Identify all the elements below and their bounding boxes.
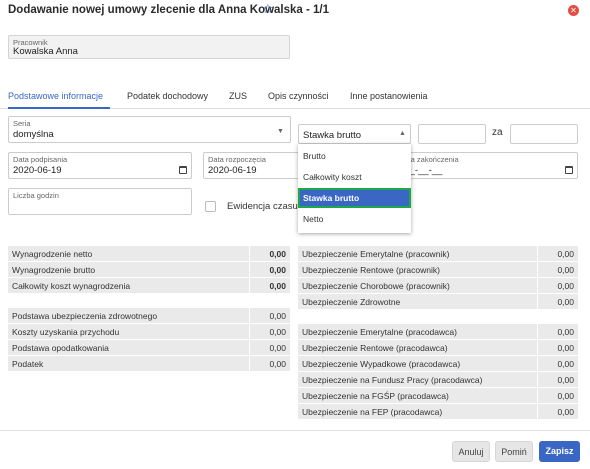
row-value: 0,00	[557, 359, 574, 369]
liczba-godzin-label: Liczba godzin	[13, 191, 59, 200]
dialog-header: Dodawanie nowej umowy zlecenie dla Anna …	[0, 0, 590, 24]
table-row: Podstawa opodatkowania 0,00	[8, 340, 290, 356]
option-netto[interactable]: Netto	[298, 209, 411, 229]
row-label: Podstawa opodatkowania	[12, 343, 109, 353]
table-row: Ubezpieczenie na Fundusz Pracy (pracodaw…	[298, 372, 578, 388]
tab-inne-postanowienia[interactable]: Inne postanowienia	[350, 91, 428, 101]
row-label: Ubezpieczenie Wypadkowe (pracodawca)	[302, 359, 461, 369]
table-row: Ubezpieczenie Emerytalne (pracodawca) 0,…	[298, 324, 578, 340]
table-row: Ubezpieczenie Zdrowotne 0,00	[298, 294, 578, 310]
data-rozpoczecia-label: Data rozpoczęcia	[208, 155, 266, 164]
row-label: Ubezpieczenie Rentowe (pracodawca)	[302, 343, 448, 353]
row-label: Ubezpieczenie Emerytalne (pracodawca)	[302, 327, 457, 337]
row-value: 0,00	[269, 343, 286, 353]
tab-bar: Podstawowe informacje Podatek dochodowy …	[0, 86, 590, 109]
caret-down-icon: ▼	[277, 128, 284, 135]
za-label: za	[492, 127, 503, 138]
tab-opis-czynnosci[interactable]: Opis czynności	[268, 91, 329, 101]
row-label: Ubezpieczenie na FEP (pracodawca)	[302, 407, 443, 417]
table-row: Podstawa ubezpieczenia zdrowotnego 0,00	[8, 308, 290, 324]
seria-value: domyślna	[13, 129, 54, 140]
table-row: Ubezpieczenie Rentowe (pracodawca) 0,00	[298, 340, 578, 356]
ewidencja-checkbox[interactable]	[205, 201, 216, 212]
row-label: Wynagrodzenie netto	[12, 249, 93, 259]
rate-type-dropdown: Brutto Całkowity koszt Stawka brutto Net…	[298, 144, 411, 233]
seria-label: Seria	[13, 119, 31, 128]
liczba-godzin-field[interactable]: Liczba godzin	[8, 188, 192, 215]
row-label: Podstawa ubezpieczenia zdrowotnego	[12, 311, 158, 321]
row-value: 0,00	[269, 359, 286, 369]
tab-podatek-dochodowy[interactable]: Podatek dochodowy	[127, 91, 208, 101]
row-value: 0,00	[557, 281, 574, 291]
rate-type-value: Stawka brutto	[303, 130, 362, 141]
ewidencja-label: Ewidencja czasu	[227, 201, 298, 212]
data-podpisania-value: 2020-06-19	[13, 165, 62, 176]
data-podpisania-field[interactable]: Data podpisania 2020-06-19	[8, 152, 192, 179]
rate-unit-input[interactable]	[510, 124, 578, 144]
tab-zus[interactable]: ZUS	[229, 91, 247, 101]
table-row: Wynagrodzenie netto 0,00	[8, 246, 290, 262]
row-value: 0,00	[269, 249, 286, 259]
data-podpisania-label: Data podpisania	[13, 155, 68, 164]
row-label: Ubezpieczenie Chorobowe (pracownik)	[302, 281, 450, 291]
table-row: Ubezpieczenie Chorobowe (pracownik) 0,00	[298, 278, 578, 294]
data-zakonczenia-field[interactable]: Data zakończenia ___-__-__	[394, 152, 578, 179]
rate-amount-input[interactable]	[418, 124, 486, 144]
row-label: Ubezpieczenie Rentowe (pracownik)	[302, 265, 440, 275]
row-label: Ubezpieczenie Zdrowotne	[302, 297, 401, 307]
row-value: 0,00	[269, 327, 286, 337]
row-label: Całkowity koszt wynagrodzenia	[12, 281, 131, 291]
row-label: Ubezpieczenie na FGŚP (pracodawca)	[302, 391, 449, 401]
table-row: Koszty uzyskania przychodu 0,00	[8, 324, 290, 340]
row-label: Koszty uzyskania przychodu	[12, 327, 120, 337]
table-row: Ubezpieczenie Rentowe (pracownik) 0,00	[298, 262, 578, 278]
row-value: 0,00	[557, 297, 574, 307]
row-label: Wynagrodzenie brutto	[12, 265, 96, 275]
data-rozpoczecia-value: 2020-06-19	[208, 165, 257, 176]
employee-field: Pracownik Kowalska Anna	[8, 35, 290, 59]
footer-divider	[0, 430, 590, 431]
option-stawka-brutto[interactable]: Stawka brutto	[298, 188, 411, 208]
calendar-icon[interactable]	[179, 166, 187, 174]
table-row: Ubezpieczenie na FGŚP (pracodawca) 0,00	[298, 388, 578, 404]
save-button[interactable]: Zapisz	[539, 441, 580, 462]
row-value: 0,00	[557, 327, 574, 337]
table-row: Wynagrodzenie brutto 0,00	[8, 262, 290, 278]
rate-type-select[interactable]: Stawka brutto ▲	[298, 124, 411, 144]
active-tab-indicator	[8, 107, 110, 109]
table-row: Całkowity koszt wynagrodzenia 0,00	[8, 278, 290, 294]
skip-button[interactable]: Pomiń	[495, 441, 533, 462]
table-row: Podatek 0,00	[8, 356, 290, 372]
row-label: Ubezpieczenie Emerytalne (pracownik)	[302, 249, 450, 259]
row-value: 0,00	[557, 407, 574, 417]
close-icon[interactable]: ✕	[568, 5, 579, 16]
row-value: 0,00	[269, 281, 286, 291]
star-icon[interactable]: ☆	[262, 1, 274, 17]
row-value: 0,00	[557, 265, 574, 275]
option-brutto[interactable]: Brutto	[298, 146, 411, 166]
dialog-title: Dodawanie nowej umowy zlecenie dla Anna …	[8, 4, 330, 16]
row-value: 0,00	[557, 343, 574, 353]
table-row: Ubezpieczenie na FEP (pracodawca) 0,00	[298, 404, 578, 420]
seria-select[interactable]: Seria domyślna ▼	[8, 116, 291, 143]
row-label: Podatek	[12, 359, 44, 369]
calendar-icon[interactable]	[565, 166, 573, 174]
table-row: Ubezpieczenie Emerytalne (pracownik) 0,0…	[298, 246, 578, 262]
caret-up-icon: ▲	[399, 130, 406, 137]
row-value: 0,00	[557, 375, 574, 385]
row-value: 0,00	[269, 311, 286, 321]
tab-podstawowe-informacje[interactable]: Podstawowe informacje	[8, 91, 103, 101]
row-value: 0,00	[557, 391, 574, 401]
employee-value: Kowalska Anna	[13, 46, 78, 57]
row-label: Ubezpieczenie na Fundusz Pracy (pracodaw…	[302, 375, 483, 385]
row-value: 0,00	[557, 249, 574, 259]
row-value: 0,00	[269, 265, 286, 275]
table-row: Ubezpieczenie Wypadkowe (pracodawca) 0,0…	[298, 356, 578, 372]
cancel-button[interactable]: Anuluj	[452, 441, 490, 462]
option-calkowity-koszt[interactable]: Całkowity koszt	[298, 167, 411, 187]
